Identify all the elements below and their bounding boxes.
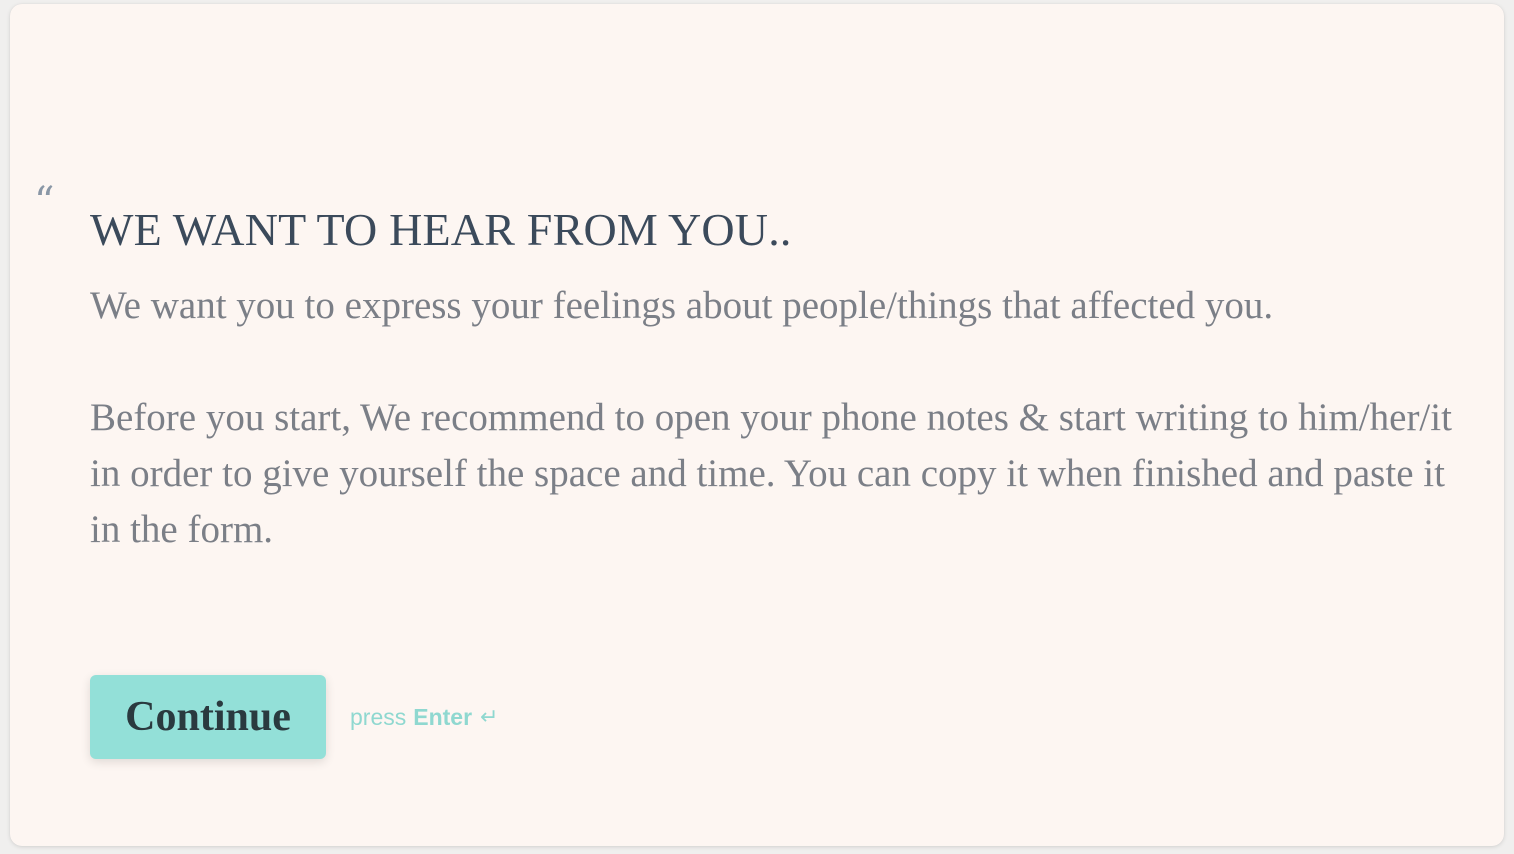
statement-description: We want you to express your feelings abo… — [90, 278, 1460, 558]
statement-content: WE WANT TO HEAR FROM YOU.. We want you t… — [90, 200, 1460, 558]
keyboard-hint: press Enter ↵ — [350, 704, 498, 731]
action-row: Continue press Enter ↵ — [90, 675, 498, 759]
quote-icon: “ — [34, 179, 55, 225]
hint-key: Enter — [413, 703, 473, 730]
hint-prefix: press — [350, 703, 407, 730]
description-paragraph-1: We want you to express your feelings abo… — [90, 284, 1274, 327]
description-paragraph-2: Before you start, We recommend to open y… — [90, 396, 1452, 551]
continue-button[interactable]: Continue — [90, 675, 326, 759]
page-title: WE WANT TO HEAR FROM YOU.. — [90, 204, 792, 255]
statement-card: “ WE WANT TO HEAR FROM YOU.. We want you… — [10, 4, 1504, 846]
enter-icon: ↵ — [480, 704, 499, 730]
